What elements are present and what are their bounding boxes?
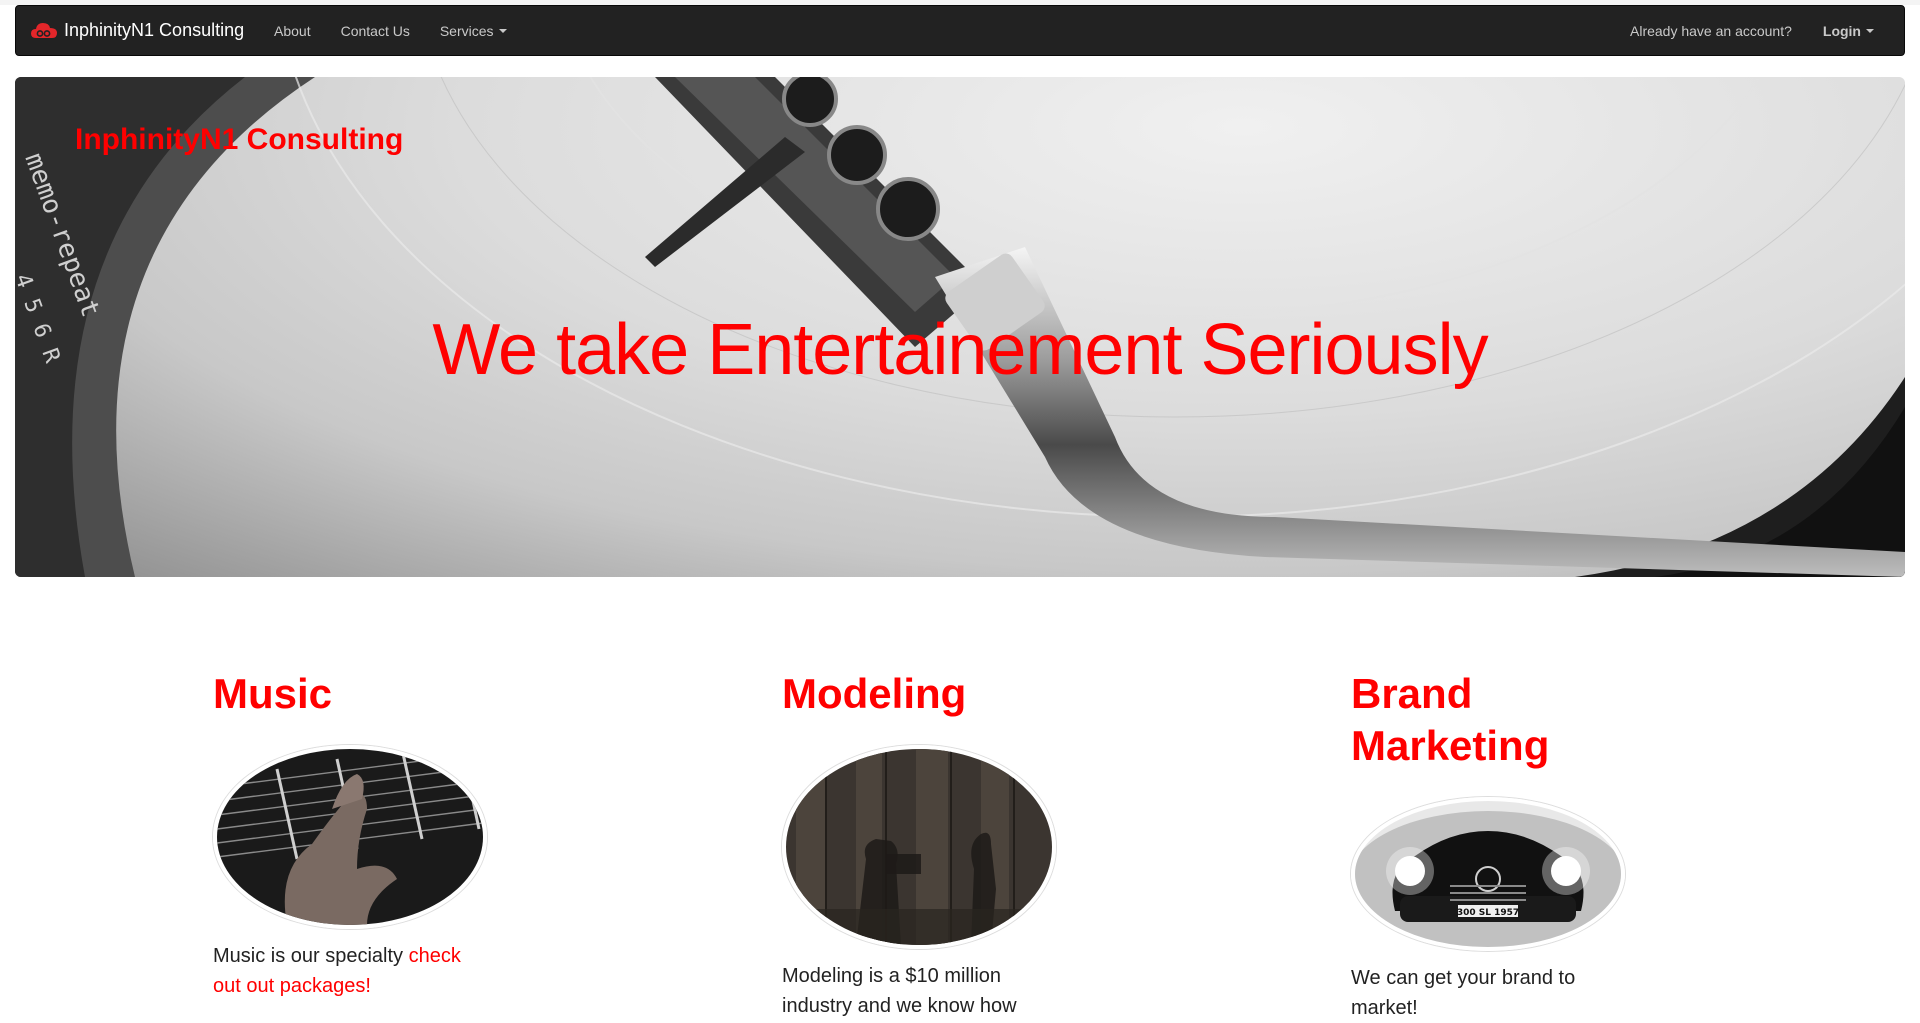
login-dropdown[interactable]: Login [1823, 23, 1874, 39]
section-text: We can get your brand to market! [1351, 967, 1576, 1019]
cloud-logo-icon [31, 22, 57, 38]
guitar-image [213, 745, 487, 929]
car-image: 300 SL 1957 [1351, 797, 1625, 951]
account-prompt: Already have an account? [1630, 22, 1792, 39]
login-label: Login [1822, 22, 1861, 39]
hero-tagline: We take Entertainement Seriously [432, 310, 1488, 390]
section-modeling: Modeling Modeling is a $10 million indus… [782, 668, 1082, 1021]
nav-about[interactable]: About [274, 23, 311, 39]
section-title: Brand Marketing [1351, 670, 1550, 769]
section-title: Modeling [782, 670, 967, 717]
navbar: InphinityN1 Consulting About Contact Us … [15, 5, 1905, 56]
nav-services-label: Services [439, 22, 494, 39]
caret-down-icon [498, 28, 507, 33]
hero-jumbotron: memo-repeat 4 5 6 R InphinityN1 Consulti… [15, 77, 1905, 577]
section-brand-marketing: Brand Marketing 300 SL 1957 We can get y… [1351, 668, 1651, 1023]
hero-brand: InphinityN1 Consulting [75, 123, 404, 156]
nav-right: Already have an account? Login [1630, 6, 1874, 55]
navbar-brand[interactable]: InphinityN1 Consulting [30, 6, 244, 55]
photoshoot-image [782, 745, 1056, 949]
section-text: Music is our specialty check out out pac… [213, 941, 493, 1001]
section-text: Modeling is a $10 million industry and w… [782, 965, 1017, 1017]
section-title: Music [213, 670, 333, 717]
caret-down-icon [1866, 28, 1874, 33]
section-text-body: Music is our specialty [213, 945, 409, 967]
license-plate: 300 SL 1957 [1457, 908, 1519, 918]
section-music: Music Music is our specialty check out o… [213, 668, 513, 1001]
nav-links: About Contact Us Services [274, 6, 537, 55]
nav-services-dropdown[interactable]: Services [440, 23, 507, 39]
nav-contact[interactable]: Contact Us [341, 23, 410, 39]
navbar-brand-text: InphinityN1 Consulting [64, 20, 245, 40]
